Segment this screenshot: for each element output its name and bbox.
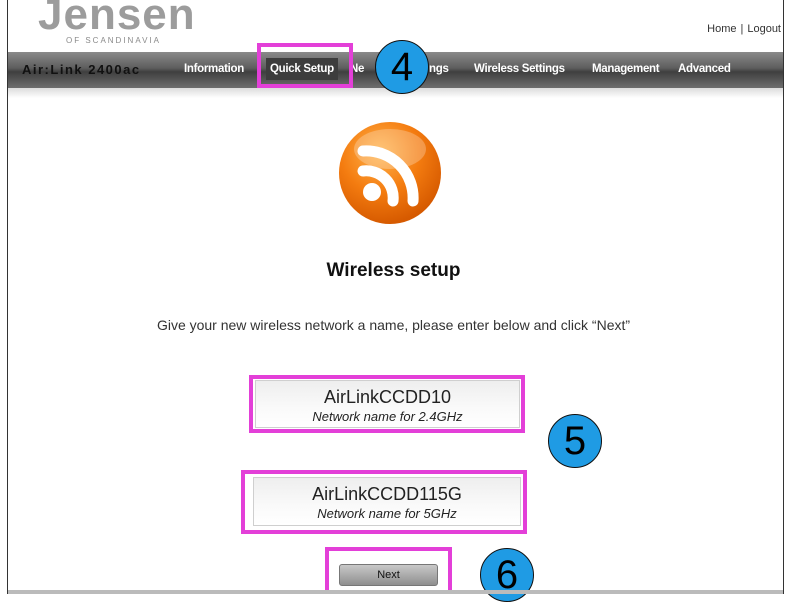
home-link[interactable]: Home [707, 23, 736, 35]
page-title: Wireless setup [326, 260, 461, 281]
logo-text: Jensen [38, 0, 196, 39]
bottom-bar [8, 590, 783, 594]
rss-wifi-icon [339, 122, 441, 224]
jensen-logo[interactable]: Jensen OF SCANDINAVIA [38, 0, 195, 50]
step-badge-5: 5 [548, 414, 602, 468]
logout-link[interactable]: Logout [747, 23, 781, 35]
nav-advanced[interactable]: Advanced [678, 63, 731, 75]
link-separator: | [740, 23, 744, 35]
step-badge-4: 4 [375, 40, 429, 94]
logo-subtext: OF SCANDINAVIA [66, 36, 161, 45]
highlight-field-5ghz [241, 470, 527, 534]
nav-network-settings-tail[interactable]: ngs [429, 63, 449, 75]
highlight-quick-setup [257, 43, 353, 88]
nav-management[interactable]: Management [592, 63, 660, 75]
page-border-right [783, 0, 784, 594]
highlight-field-24ghz [249, 375, 525, 433]
nav-wireless-settings[interactable]: Wireless Settings [474, 63, 565, 75]
highlight-next-button [325, 547, 452, 594]
top-links: Home | Logout [707, 23, 781, 35]
product-brand: Air:Link 2400ac [22, 62, 141, 77]
nav-information[interactable]: Information [184, 63, 244, 75]
instructions-text: Give your new wireless network a name, p… [156, 317, 631, 333]
